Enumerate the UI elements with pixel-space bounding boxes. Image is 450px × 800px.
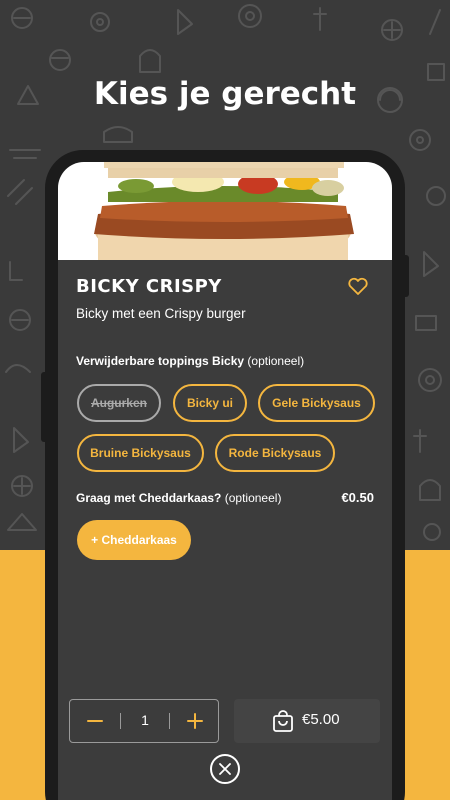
- phone-side-button: [405, 255, 409, 297]
- toppings-optional-label: (optioneel): [247, 354, 305, 368]
- close-button[interactable]: [210, 754, 240, 784]
- burger-image: [94, 162, 354, 262]
- product-title: BICKY CRISPY: [76, 276, 222, 297]
- topping-chip-bicky-ui[interactable]: Bicky ui: [173, 384, 247, 422]
- stepper-divider: [169, 713, 170, 729]
- heart-icon[interactable]: [346, 274, 370, 298]
- plus-icon[interactable]: [180, 708, 210, 734]
- close-icon: [219, 763, 231, 775]
- phone-volume-button: [41, 372, 45, 442]
- product-image: [58, 162, 392, 262]
- topping-chip-bruine-bickysaus[interactable]: Bruine Bickysaus: [77, 434, 204, 472]
- extra-price: €0.50: [341, 490, 374, 505]
- topping-chip-rode-bickysaus[interactable]: Rode Bickysaus: [215, 434, 335, 472]
- product-detail-screen: BICKY CRISPY Bicky met een Crispy burger…: [58, 162, 392, 800]
- topping-chip-gele-bickysaus[interactable]: Gele Bickysaus: [258, 384, 375, 422]
- stepper-divider: [120, 713, 121, 729]
- quantity-stepper: 1: [69, 699, 219, 743]
- page-headline: Kies je gerecht: [93, 76, 357, 112]
- extra-optional-label: (optioneel): [224, 491, 282, 505]
- add-to-cart-button[interactable]: €5.00: [234, 699, 380, 743]
- product-description: Bicky met een Crispy burger: [76, 306, 246, 321]
- extra-title: Graag met Cheddarkaas?: [76, 491, 222, 505]
- order-total: €5.00: [302, 711, 340, 728]
- minus-icon[interactable]: [80, 708, 110, 734]
- shopping-bag-icon: [273, 710, 293, 732]
- quantity-value: 1: [141, 712, 149, 728]
- topping-chip-augurken[interactable]: Augurken: [77, 384, 161, 422]
- add-cheddar-button[interactable]: + Cheddarkaas: [77, 520, 191, 560]
- toppings-title: Verwijderbare toppings Bicky: [76, 354, 245, 368]
- toppings-section-title: Verwijderbare toppings Bicky (optioneel): [76, 354, 304, 368]
- extra-section-title: Graag met Cheddarkaas? (optioneel): [76, 491, 281, 505]
